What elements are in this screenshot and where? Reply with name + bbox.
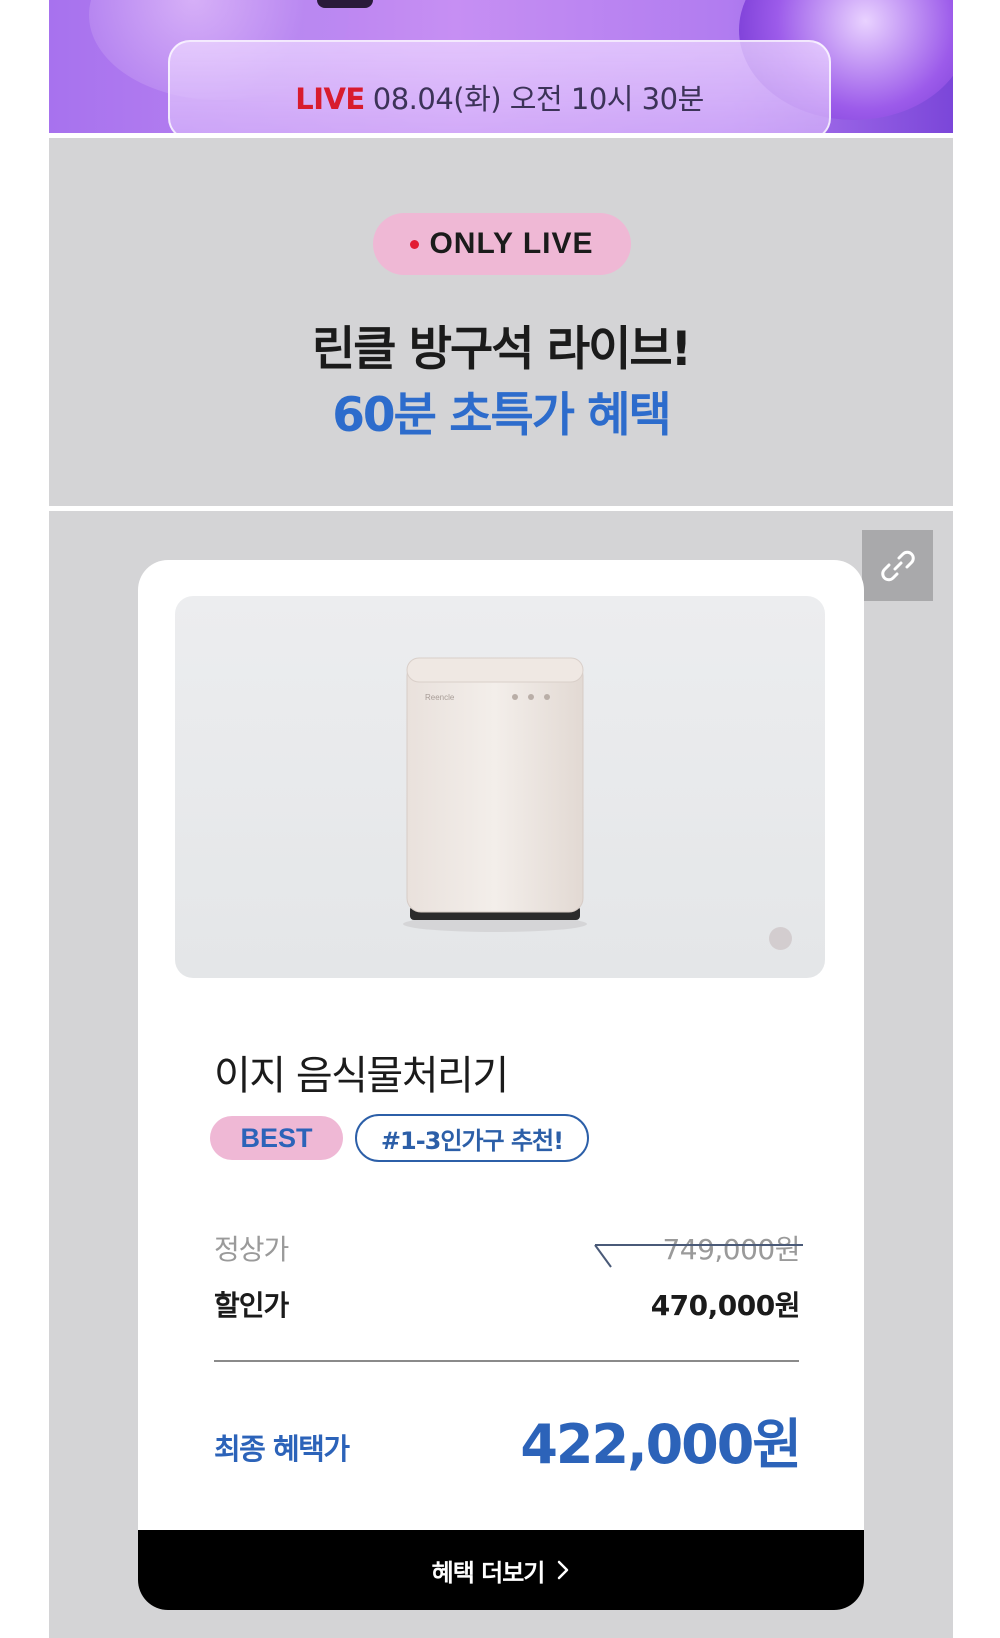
live-datetime: 08.04(화) 오전 10시 30분 xyxy=(372,82,705,116)
strikethrough-arrow-icon xyxy=(594,1244,803,1268)
live-banner: LIVE 08.04(화) 오전 10시 30분 xyxy=(49,0,953,133)
share-link-button[interactable] xyxy=(862,530,933,601)
final-price: 422,000원 xyxy=(520,1413,802,1476)
product-brand-text: Reencle xyxy=(425,693,455,702)
image-indicator-dot[interactable] xyxy=(769,927,792,950)
regular-price-label: 정상가 xyxy=(214,1233,289,1266)
sale-price: 470,000원 xyxy=(650,1289,801,1322)
best-badge: BEST xyxy=(210,1116,343,1160)
food-waste-disposer-image: Reencle xyxy=(403,657,587,932)
final-price-label: 최종 혜택가 xyxy=(214,1432,350,1466)
only-live-badge: ONLY LIVE xyxy=(373,213,631,275)
product-section: Reencle 이지 음식물처리기 BEST #1-3인가구 추천! 정상가 7… xyxy=(49,511,953,1638)
link-icon xyxy=(880,550,915,581)
more-benefits-label: 혜택 더보기 xyxy=(431,1558,546,1587)
product-name: 이지 음식물처리기 xyxy=(214,1053,509,1099)
recommend-tag: #1-3인가구 추천! xyxy=(355,1114,589,1162)
chevron-right-icon xyxy=(558,1560,569,1580)
page: LIVE 08.04(화) 오전 10시 30분 ONLY LIVE 린클 방구석… xyxy=(0,0,1000,1638)
more-benefits-button[interactable]: 혜택 더보기 xyxy=(138,1530,864,1610)
price-divider xyxy=(214,1360,799,1362)
headline-title: 린클 방구석 라이브! xyxy=(311,322,692,377)
live-label: LIVE xyxy=(295,82,365,116)
product-card: Reencle 이지 음식물처리기 BEST #1-3인가구 추천! 정상가 7… xyxy=(138,560,864,1610)
live-schedule-box: LIVE 08.04(화) 오전 10시 30분 xyxy=(168,40,831,133)
headline-section: ONLY LIVE 린클 방구석 라이브! 60분 초특가 혜택 xyxy=(49,138,953,506)
live-dot-icon xyxy=(410,239,420,249)
live-schedule: LIVE 08.04(화) 오전 10시 30분 xyxy=(170,76,829,118)
banner-decoration xyxy=(317,0,373,8)
only-live-label: ONLY LIVE xyxy=(429,227,594,260)
sale-price-label: 할인가 xyxy=(214,1289,289,1322)
product-image[interactable]: Reencle xyxy=(175,596,825,978)
headline-subtitle: 60분 초특가 혜택 xyxy=(332,388,672,443)
content-column: LIVE 08.04(화) 오전 10시 30분 ONLY LIVE 린클 방구석… xyxy=(49,0,953,1638)
